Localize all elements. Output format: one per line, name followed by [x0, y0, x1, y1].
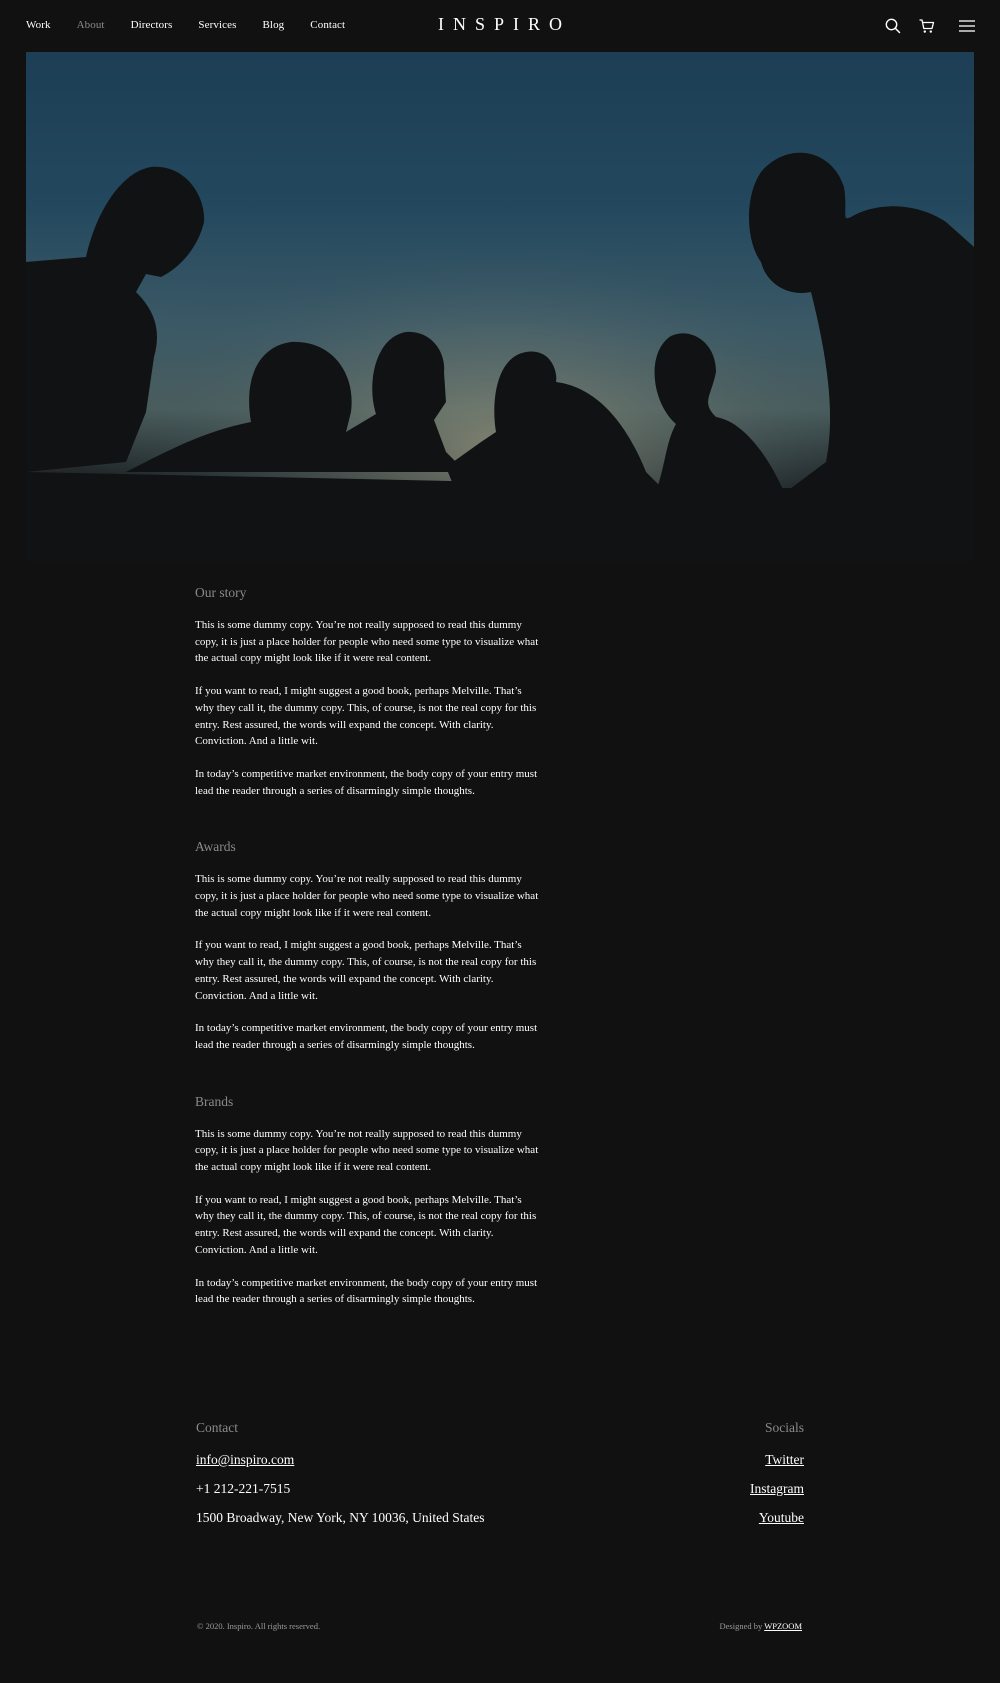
footer-socials-heading: Socials: [765, 1420, 804, 1435]
footer-contact-heading: Contact: [196, 1420, 238, 1435]
section-awards: Awards This is some dummy copy. You’re n…: [195, 839, 540, 1053]
social-link-instagram[interactable]: Instagram: [604, 1481, 804, 1497]
section-paragraph: This is some dummy copy. You’re not real…: [195, 619, 539, 665]
section-paragraph: In today’s competitive market environmen…: [195, 1022, 538, 1051]
header-icons: [868, 17, 976, 35]
site-logo-text[interactable]: INSPIRO: [438, 14, 571, 35]
section-paragraph: If you want to read, I might suggest a g…: [195, 939, 537, 1002]
designer-credit: Designed by WPZOOM: [720, 1621, 802, 1631]
contact-address: 1500 Broadway, New York, NY 10036, Unite…: [196, 1510, 485, 1525]
cart-icon[interactable]: [918, 17, 936, 35]
section-paragraph: This is some dummy copy. You’re not real…: [195, 1127, 539, 1174]
section-paragraph: In today’s competitive market environmen…: [195, 767, 538, 797]
section-paragraph: If you want to read, I might suggest a g…: [195, 685, 537, 748]
section-brands: Brands This is some dummy copy. You’re n…: [195, 1094, 540, 1308]
footer-contact: Contact info@inspiro.com +1 212-221-7515…: [196, 1420, 496, 1539]
hero-image: [26, 52, 974, 562]
section-paragraph: This is some dummy copy. You’re not real…: [195, 873, 539, 919]
social-link-twitter[interactable]: Twitter: [604, 1452, 804, 1468]
contact-email-link[interactable]: info@inspiro.com: [196, 1452, 496, 1468]
social-link-youtube[interactable]: Youtube: [604, 1510, 804, 1526]
search-icon[interactable]: [884, 17, 902, 35]
section-heading: Awards: [195, 839, 236, 855]
site-header: Work About Directors Services Blog Conta…: [0, 0, 1000, 52]
section-our-story: Our story This is some dummy copy. You’r…: [195, 585, 540, 799]
footer-socials: Socials Twitter Instagram Youtube: [604, 1420, 804, 1539]
section-paragraph: In today’s competitive market environmen…: [195, 1276, 538, 1306]
credit-prefix: Designed by: [719, 1621, 765, 1631]
section-paragraph: If you want to read, I might suggest a g…: [195, 1193, 537, 1256]
site-logo[interactable]: INSPIRO: [0, 14, 1000, 35]
main-content: Our story This is some dummy copy. You’r…: [195, 585, 540, 1348]
contact-phone: +1 212-221-7515: [196, 1481, 291, 1496]
credit-link[interactable]: WPZOOM: [764, 1621, 802, 1631]
section-heading: Our story: [195, 585, 247, 600]
section-heading: Brands: [195, 1093, 234, 1109]
copyright-text: © 2020. Inspiro. All rights reserved.: [197, 1621, 321, 1631]
menu-icon[interactable]: [958, 17, 976, 35]
hero-silhouettes: [26, 52, 974, 562]
